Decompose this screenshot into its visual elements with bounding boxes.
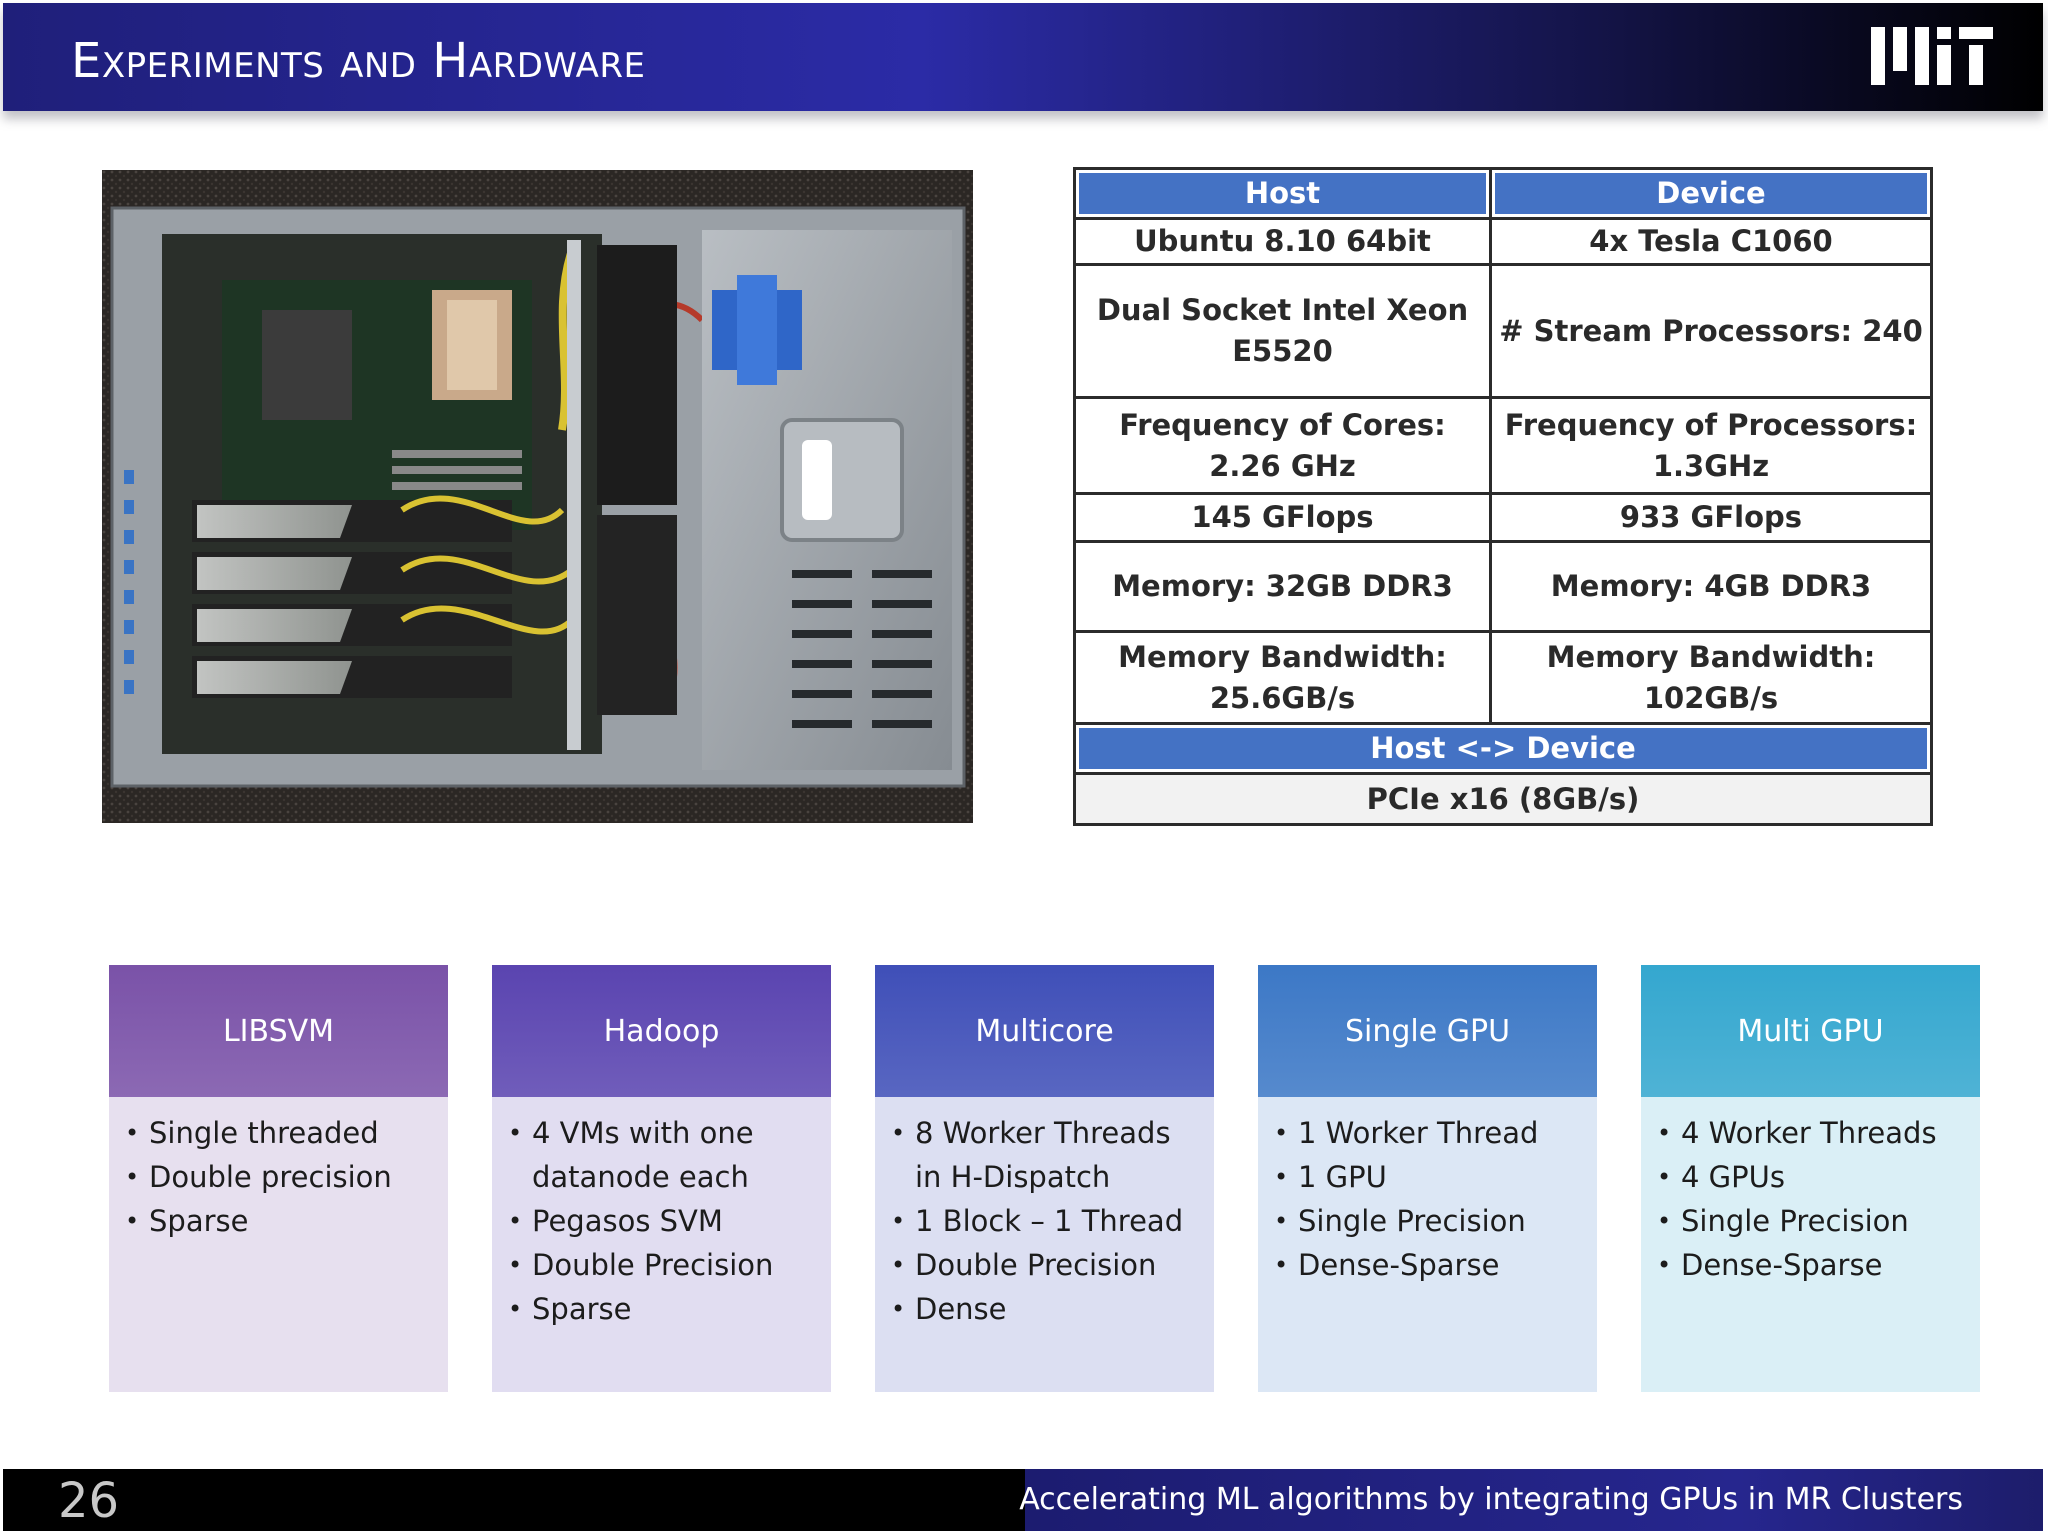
host-os-cell: Ubuntu 8.10 64bit (1073, 217, 1492, 266)
config-card-title: Single GPU (1258, 965, 1597, 1097)
config-card-hadoop: Hadoop 4 VMs with one datanode each Pega… (492, 965, 831, 1392)
device-gflops-cell: 933 GFlops (1489, 492, 1933, 543)
config-card-multi-gpu: Multi GPU 4 Worker Threads 4 GPUs Single… (1641, 965, 1980, 1392)
list-item: Dense (891, 1287, 1206, 1331)
footer-caption-band: Accelerating ML algorithms by integratin… (1019, 1469, 2043, 1531)
list-item: Dense-Sparse (1274, 1243, 1589, 1287)
list-item: Sparse (508, 1287, 823, 1331)
list-item: Double precision (125, 1155, 440, 1199)
device-stream-processors-cell: # Stream Processors: 240 (1489, 263, 1933, 399)
config-card-multicore: Multicore 8 Worker Threads in H-Dispatch… (875, 965, 1214, 1392)
list-item: 1 Block – 1 Thread (891, 1199, 1206, 1243)
table-row: Dual Socket Intel Xeon E5520 # Stream Pr… (1073, 263, 1933, 399)
table-row: Memory: 32GB DDR3 Memory: 4GB DDR3 (1073, 540, 1933, 633)
host-cpu-cell: Dual Socket Intel Xeon E5520 (1073, 263, 1492, 399)
table-header-row: Host Device (1073, 167, 1933, 220)
list-item: 1 GPU (1274, 1155, 1589, 1199)
host-frequency-cell: Frequency of Cores: 2.26 GHz (1073, 396, 1492, 495)
table-row: Memory Bandwidth: 25.6GB/s Memory Bandwi… (1073, 630, 1933, 725)
config-card-title: LIBSVM (109, 965, 448, 1097)
table-row: Ubuntu 8.10 64bit 4x Tesla C1060 (1073, 217, 1933, 266)
host-bandwidth-cell: Memory Bandwidth: 25.6GB/s (1073, 630, 1492, 725)
list-item: Single Precision (1657, 1199, 1972, 1243)
pcie-link-cell: PCIe x16 (8GB/s) (1073, 772, 1933, 826)
header-bar: Experiments and Hardware (3, 3, 2043, 111)
config-card-body: 1 Worker Thread 1 GPU Single Precision D… (1258, 1097, 1597, 1392)
list-item: Single Precision (1274, 1199, 1589, 1243)
list-item: 1 Worker Thread (1274, 1111, 1589, 1155)
host-column-header: Host (1073, 167, 1492, 220)
device-frequency-cell: Frequency of Processors: 1.3GHz (1489, 396, 1933, 495)
device-bandwidth-cell: Memory Bandwidth: 102GB/s (1489, 630, 1933, 725)
config-card-title: Multi GPU (1641, 965, 1980, 1097)
list-item: 8 Worker Threads in H-Dispatch (891, 1111, 1206, 1199)
config-card-body: Single threaded Double precision Sparse (109, 1097, 448, 1392)
list-item: Pegasos SVM (508, 1199, 823, 1243)
slide-number: 26 (58, 1473, 120, 1529)
table-row: Frequency of Cores: 2.26 GHz Frequency o… (1073, 396, 1933, 495)
config-card-body: 8 Worker Threads in H-Dispatch 1 Block –… (875, 1097, 1214, 1392)
mit-logo (1871, 27, 1993, 85)
list-item: Sparse (125, 1199, 440, 1243)
config-card-body: 4 Worker Threads 4 GPUs Single Precision… (1641, 1097, 1980, 1392)
list-item: Double Precision (508, 1243, 823, 1287)
config-card-title: Hadoop (492, 965, 831, 1097)
host-device-link-header: Host <-> Device (1073, 722, 1933, 775)
host-memory-cell: Memory: 32GB DDR3 (1073, 540, 1492, 633)
hardware-spec-table: Host Device Ubuntu 8.10 64bit 4x Tesla C… (1073, 167, 1933, 826)
device-column-header: Device (1489, 167, 1933, 220)
list-item: 4 VMs with one datanode each (508, 1111, 823, 1199)
table-row: PCIe x16 (8GB/s) (1073, 772, 1933, 826)
device-memory-cell: Memory: 4GB DDR3 (1489, 540, 1933, 633)
config-card-body: 4 VMs with one datanode each Pegasos SVM… (492, 1097, 831, 1392)
host-gflops-cell: 145 GFlops (1073, 492, 1492, 543)
footer-bar: 26 Accelerating ML algorithms by integra… (3, 1469, 2043, 1531)
footer-caption: Accelerating ML algorithms by integratin… (1019, 1482, 1963, 1517)
list-item: Dense-Sparse (1657, 1243, 1972, 1287)
device-gpu-cell: 4x Tesla C1060 (1489, 217, 1933, 266)
table-row: 145 GFlops 933 GFlops (1073, 492, 1933, 543)
list-item: 4 Worker Threads (1657, 1111, 1972, 1155)
table-row: Host <-> Device (1073, 722, 1933, 775)
list-item: Double Precision (891, 1243, 1206, 1287)
list-item: 4 GPUs (1657, 1155, 1972, 1199)
config-card-title: Multicore (875, 965, 1214, 1097)
config-card-single-gpu: Single GPU 1 Worker Thread 1 GPU Single … (1258, 965, 1597, 1392)
server-hardware-photo (102, 170, 973, 823)
config-card-libsvm: LIBSVM Single threaded Double precision … (109, 965, 448, 1392)
slide-title: Experiments and Hardware (71, 33, 646, 89)
list-item: Single threaded (125, 1111, 440, 1155)
